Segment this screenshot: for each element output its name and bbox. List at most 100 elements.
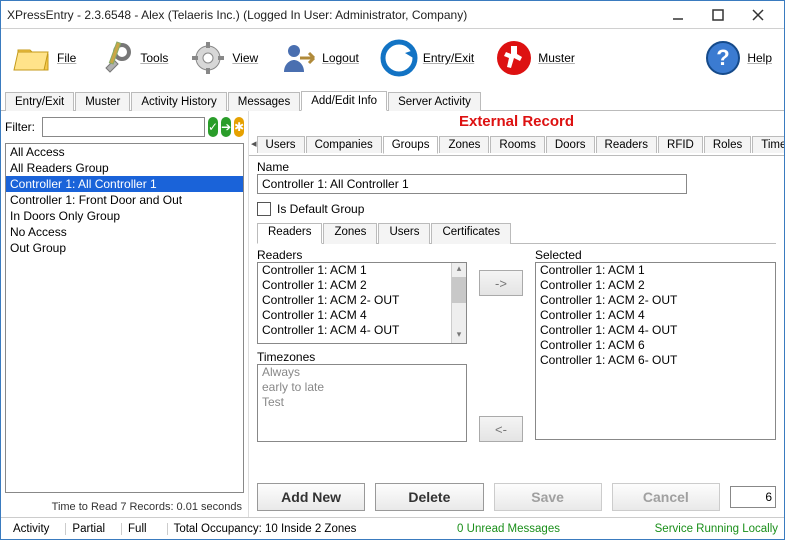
tab-activity-history[interactable]: Activity History: [131, 92, 226, 111]
status-unread[interactable]: 0 Unread Messages: [457, 523, 560, 535]
tab-muster[interactable]: Muster: [75, 92, 130, 111]
group-list[interactable]: All Access All Readers Group Controller …: [5, 143, 244, 493]
scrollbar[interactable]: ▴ ▾: [451, 263, 466, 343]
list-item[interactable]: All Access: [6, 144, 243, 160]
innertab-readers[interactable]: Readers: [257, 223, 322, 244]
list-item[interactable]: In Doors Only Group: [6, 208, 243, 224]
subtab-rooms[interactable]: Rooms: [490, 136, 544, 153]
timezones-label: Timezones: [257, 350, 467, 364]
muster-button[interactable]: Muster: [490, 36, 579, 80]
help-icon: ?: [703, 38, 743, 78]
save-button[interactable]: Save: [494, 483, 602, 511]
readers-pane: Readers Controller 1: ACM 1 Controller 1…: [257, 244, 776, 473]
list-item[interactable]: Controller 1: Front Door and Out: [6, 192, 243, 208]
list-item[interactable]: Controller 1: ACM 6: [536, 338, 775, 353]
innertab-users[interactable]: Users: [378, 223, 430, 244]
name-input[interactable]: [257, 174, 687, 194]
move-right-button[interactable]: ->: [479, 270, 523, 296]
filter-apply-icon[interactable]: ✓: [208, 117, 218, 137]
list-item[interactable]: Controller 1: ACM 1: [536, 263, 775, 278]
file-menu[interactable]: File: [9, 36, 80, 80]
status-partial[interactable]: Partial: [65, 523, 111, 535]
subtab-companies[interactable]: Companies: [306, 136, 382, 153]
external-record-header: External Record: [249, 111, 784, 132]
tab-add-edit-info[interactable]: Add/Edit Info: [301, 91, 387, 111]
list-item[interactable]: early to late: [258, 380, 466, 395]
window-title: XPressEntry - 2.3.6548 - Alex (Telaeris …: [7, 8, 658, 22]
svg-text:?: ?: [717, 45, 730, 70]
status-occupancy: Total Occupancy: 10 Inside 2 Zones: [167, 523, 363, 535]
list-item[interactable]: Controller 1: ACM 2: [258, 278, 466, 293]
readers-listbox[interactable]: Controller 1: ACM 1 Controller 1: ACM 2 …: [257, 262, 467, 344]
list-item[interactable]: Controller 1: ACM 4- OUT: [258, 323, 466, 338]
list-item[interactable]: Controller 1: ACM 4: [258, 308, 466, 323]
list-item[interactable]: Controller 1: ACM 1: [258, 263, 466, 278]
entry-exit-button[interactable]: Entry/Exit: [375, 36, 478, 80]
record-type-tabs: ◂ Users Companies Groups Zones Rooms Doo…: [249, 132, 784, 156]
list-item[interactable]: Controller 1: ACM 2- OUT: [536, 293, 775, 308]
is-default-checkbox[interactable]: [257, 202, 271, 216]
read-time-label: Time to Read 7 Records: 0.01 seconds: [1, 497, 248, 517]
list-item[interactable]: Out Group: [6, 240, 243, 256]
right-panel: External Record ◂ Users Companies Groups…: [249, 111, 784, 517]
cancel-button[interactable]: Cancel: [612, 483, 720, 511]
timezones-listbox[interactable]: Always early to late Test: [257, 364, 467, 442]
maximize-button[interactable]: [698, 4, 738, 26]
list-item[interactable]: Controller 1: All Controller 1: [6, 176, 243, 192]
group-inner-tabs: Readers Zones Users Certificates: [257, 222, 776, 244]
status-activity[interactable]: Activity: [7, 523, 55, 535]
innertab-certificates[interactable]: Certificates: [431, 223, 511, 244]
gear-icon: [188, 38, 228, 78]
tab-server-activity[interactable]: Server Activity: [388, 92, 481, 111]
list-item[interactable]: Test: [258, 395, 466, 410]
tools-menu[interactable]: Tools: [92, 36, 172, 80]
innertab-zones[interactable]: Zones: [323, 223, 377, 244]
form-area: Name Is Default Group Readers Zones User…: [249, 156, 784, 477]
content-area: Filter: ✓ ➔ ✱ All Access All Readers Gro…: [1, 111, 784, 517]
status-bar: Activity Partial Full Total Occupancy: 1…: [1, 517, 784, 539]
record-count-input[interactable]: [730, 486, 776, 508]
logout-icon: [278, 38, 318, 78]
tools-icon: [96, 38, 136, 78]
list-item[interactable]: Controller 1: ACM 2: [536, 278, 775, 293]
folder-icon: [13, 38, 53, 78]
list-item[interactable]: Controller 1: ACM 4- OUT: [536, 323, 775, 338]
is-default-label: Is Default Group: [277, 202, 364, 216]
tab-messages[interactable]: Messages: [228, 92, 300, 111]
subtab-readers[interactable]: Readers: [596, 136, 657, 153]
left-panel: Filter: ✓ ➔ ✱ All Access All Readers Gro…: [1, 111, 249, 517]
filter-next-icon[interactable]: ➔: [221, 117, 231, 137]
tab-entry-exit[interactable]: Entry/Exit: [5, 92, 74, 111]
subtab-zones[interactable]: Zones: [439, 136, 489, 153]
list-item[interactable]: Controller 1: ACM 6- OUT: [536, 353, 775, 368]
subtab-groups[interactable]: Groups: [383, 136, 439, 154]
delete-button[interactable]: Delete: [375, 483, 483, 511]
selected-label: Selected: [535, 248, 776, 262]
main-tabs: Entry/Exit Muster Activity History Messa…: [1, 87, 784, 111]
add-new-button[interactable]: Add New: [257, 483, 365, 511]
subtab-roles[interactable]: Roles: [704, 136, 751, 153]
selected-listbox[interactable]: Controller 1: ACM 1 Controller 1: ACM 2 …: [535, 262, 776, 440]
minimize-button[interactable]: [658, 4, 698, 26]
filter-row: Filter: ✓ ➔ ✱: [1, 111, 248, 143]
entry-exit-icon: [379, 38, 419, 78]
readers-label: Readers: [257, 248, 467, 262]
help-button[interactable]: ? Help: [699, 36, 776, 80]
list-item[interactable]: Controller 1: ACM 4: [536, 308, 775, 323]
filter-input[interactable]: [42, 117, 205, 137]
subtab-users[interactable]: Users: [257, 136, 305, 153]
list-item[interactable]: Always: [258, 365, 466, 380]
subtab-timezones[interactable]: Timezones: [752, 136, 784, 153]
close-button[interactable]: [738, 4, 778, 26]
list-item[interactable]: All Readers Group: [6, 160, 243, 176]
list-item[interactable]: No Access: [6, 224, 243, 240]
status-full[interactable]: Full: [121, 523, 153, 535]
list-item[interactable]: Controller 1: ACM 2- OUT: [258, 293, 466, 308]
muster-icon: [494, 38, 534, 78]
view-menu[interactable]: View: [184, 36, 262, 80]
subtab-doors[interactable]: Doors: [546, 136, 595, 153]
filter-star-icon[interactable]: ✱: [234, 117, 244, 137]
move-left-button[interactable]: <-: [479, 416, 523, 442]
logout-button[interactable]: Logout: [274, 36, 363, 80]
subtab-rfid[interactable]: RFID: [658, 136, 703, 153]
